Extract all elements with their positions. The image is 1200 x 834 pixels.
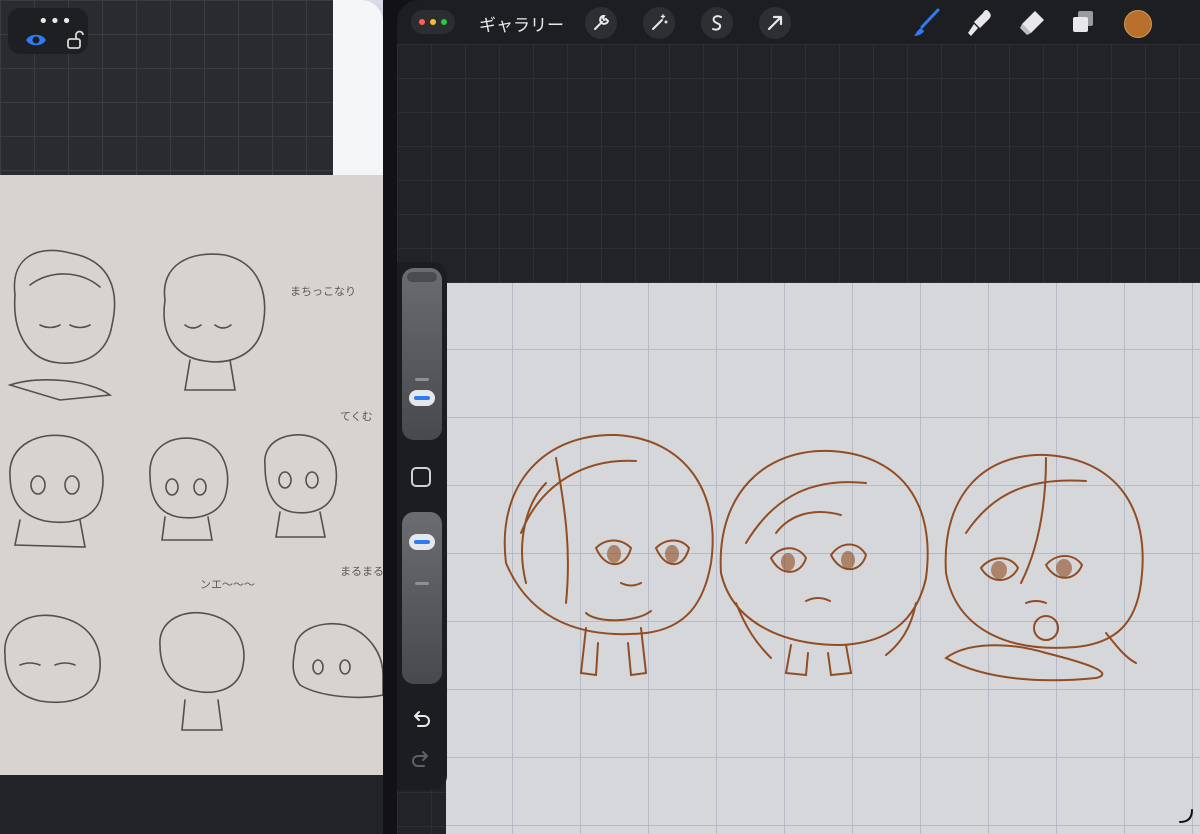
zoom-dot-icon[interactable] — [441, 19, 447, 25]
size-slider-knob[interactable] — [409, 390, 435, 406]
side-toolbar — [397, 262, 447, 790]
eraser-icon[interactable] — [1017, 7, 1047, 39]
reference-window-edge — [333, 0, 383, 175]
note-text: てくむ — [340, 410, 373, 423]
note-text: まるまる — [340, 565, 383, 578]
opacity-slider-knob[interactable] — [409, 534, 435, 550]
layers-icon[interactable] — [1069, 7, 1099, 39]
undo-icon[interactable] — [410, 710, 432, 732]
redo-icon[interactable] — [410, 750, 432, 772]
more-dots-icon[interactable]: ••• — [38, 13, 73, 31]
slider-tick — [415, 582, 429, 585]
modify-square-icon[interactable] — [411, 467, 431, 487]
color-picker-button[interactable] — [1124, 10, 1152, 38]
selection-icon[interactable] — [701, 7, 733, 39]
note-text: ンエ〜〜〜 — [200, 578, 255, 591]
procreate-window: ギャラリー — [397, 0, 1200, 834]
canvas-artwork — [503, 433, 1144, 682]
slider-cap — [407, 272, 437, 282]
reference-image[interactable]: まちっこなり てくむ ンエ〜〜〜 まるまる — [0, 175, 383, 775]
reference-sketches: まちっこなり てくむ ンエ〜〜〜 まるまる — [4, 249, 383, 731]
reference-pane: まちっこなり てくむ ンエ〜〜〜 まるまる ••• — [0, 0, 383, 834]
gallery-button[interactable]: ギャラリー — [479, 11, 564, 36]
magic-wand-icon[interactable] — [643, 7, 675, 39]
transform-arrow-icon[interactable] — [759, 7, 791, 39]
opacity-slider[interactable] — [402, 512, 442, 684]
window-controls[interactable] — [411, 10, 455, 34]
drawing-canvas[interactable] — [446, 283, 1200, 834]
minimize-dot-icon[interactable] — [430, 19, 436, 25]
reference-lower-area — [0, 775, 383, 834]
note-text: まちっこなり — [290, 285, 356, 298]
wrench-icon[interactable] — [585, 7, 617, 39]
smudge-icon[interactable] — [965, 7, 995, 39]
brush-icon[interactable] — [912, 7, 942, 39]
brush-size-slider[interactable] — [402, 268, 442, 440]
slider-tick — [415, 378, 429, 381]
eye-icon[interactable] — [24, 32, 48, 48]
reference-controls: ••• — [8, 8, 88, 54]
close-dot-icon[interactable] — [419, 19, 425, 25]
resize-corner-icon[interactable] — [1178, 808, 1194, 824]
lock-icon[interactable] — [66, 30, 84, 50]
